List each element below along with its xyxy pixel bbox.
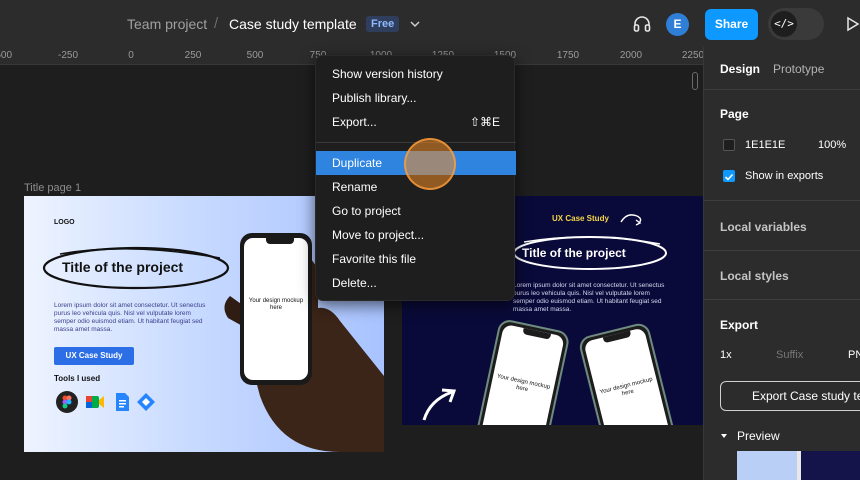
frame-label[interactable]: Title page 1: [24, 182, 81, 194]
menu-item-export[interactable]: Export... ⇧⌘E: [316, 110, 516, 134]
menu-item-label: Publish library...: [332, 91, 417, 105]
caret-down-icon[interactable]: [720, 432, 728, 440]
phone-caption: Your design mockup here: [599, 376, 654, 398]
ruler-tick: -250: [57, 50, 79, 61]
frame-title: Title of the project: [522, 246, 626, 260]
plan-badge[interactable]: Free: [366, 16, 400, 32]
curved-arrow-icon: [620, 214, 642, 226]
export-format-select[interactable]: PNG: [848, 349, 860, 361]
phone-notch: [266, 238, 294, 244]
frame-logo-text: LOGO: [54, 219, 75, 226]
panel-divider: [704, 89, 860, 90]
panel-divider: [704, 200, 860, 201]
frame-body-text: Lorem ipsum dolor sit amet consectetur. …: [54, 302, 206, 333]
ruler-tick: 500: [246, 50, 264, 61]
breadcrumb-team[interactable]: Team project: [127, 16, 207, 32]
menu-item-delete[interactable]: Delete...: [316, 271, 516, 295]
jira-icon: [137, 393, 155, 411]
preview-frame-2: [801, 451, 860, 480]
panel-divider: [704, 250, 860, 251]
arrow-up-right-icon: [422, 388, 457, 421]
menu-item-move-to-project[interactable]: Move to project...: [316, 223, 516, 247]
right-properties-panel: Design Prototype Page 1E1E1E 100% Show i…: [703, 47, 860, 480]
menu-item-label: Duplicate: [332, 156, 383, 170]
figma-app: Team project / Case study template Free …: [0, 0, 860, 480]
scrollbar-handle[interactable]: [692, 72, 698, 90]
phone-notch: [522, 328, 552, 340]
local-variables-section[interactable]: Local variables: [720, 220, 807, 234]
menu-item-label: Export...: [332, 115, 377, 129]
file-name[interactable]: Case study template: [229, 16, 357, 32]
tab-design[interactable]: Design: [720, 62, 760, 76]
phone-screen: Your design mockup here: [244, 238, 308, 380]
phone-notch: [602, 330, 632, 344]
menu-item-shortcut: ⇧⌘E: [469, 115, 500, 129]
frame-cta-button: UX Case Study: [54, 347, 134, 365]
phone-screen: Your design mockup here: [479, 323, 565, 425]
phone-mockup: Your design mockup here: [240, 233, 312, 385]
code-icon: </>: [771, 11, 797, 37]
frame-title: Title of the project: [62, 259, 184, 275]
show-in-exports-checkbox[interactable]: [723, 170, 735, 182]
figma-logo-icon: [56, 391, 78, 413]
top-bar: Team project / Case study template Free …: [0, 0, 860, 47]
page-opacity-value[interactable]: 100%: [818, 139, 846, 151]
page-section-heading: Page: [720, 107, 749, 121]
google-meet-icon: [86, 396, 104, 408]
ruler-tick: 1750: [556, 50, 580, 61]
chevron-down-icon[interactable]: [409, 19, 421, 29]
menu-item-label: Rename: [332, 180, 378, 194]
cursor-highlight: [404, 138, 456, 190]
ruler-tick: 2000: [619, 50, 643, 61]
user-avatar[interactable]: E: [666, 13, 689, 36]
share-button[interactable]: Share: [705, 9, 758, 40]
ruler-tick: 250: [184, 50, 202, 61]
phone-mockup: Your design mockup here: [577, 321, 679, 425]
menu-item-go-to-project[interactable]: Go to project: [316, 199, 516, 223]
menu-item-label: Delete...: [332, 276, 377, 290]
ruler-tick: 2250: [681, 50, 703, 61]
play-icon[interactable]: [846, 16, 860, 32]
menu-item-label: Show version history: [332, 67, 443, 81]
headphones-icon[interactable]: [632, 14, 652, 34]
phone-caption: Your design mockup here: [248, 298, 304, 311]
page-color-swatch[interactable]: [723, 139, 735, 151]
preview-toggle[interactable]: Preview: [737, 429, 780, 443]
dev-mode-toggle[interactable]: </>: [768, 8, 824, 40]
panel-divider: [704, 299, 860, 300]
phone-mockup: Your design mockup here: [473, 317, 571, 425]
ruler-tick: -500: [0, 50, 13, 61]
breadcrumb-separator: /: [214, 15, 219, 32]
menu-item-favorite-file[interactable]: Favorite this file: [316, 247, 516, 271]
google-docs-icon: [116, 393, 129, 411]
menu-item-show-version-history[interactable]: Show version history: [316, 62, 516, 86]
frame-tools-heading: Tools I used: [54, 374, 101, 383]
preview-frame-1: [737, 451, 797, 480]
export-section-heading: Export: [720, 318, 759, 332]
menu-item-publish-library[interactable]: Publish library...: [316, 86, 516, 110]
menu-item-label: Move to project...: [332, 228, 425, 242]
export-preview-thumbnail: [737, 451, 860, 480]
check-icon: [724, 173, 734, 181]
phone-caption: Your design mockup here: [496, 373, 551, 394]
tab-prototype[interactable]: Prototype: [773, 62, 824, 76]
show-in-exports-label: Show in exports: [745, 170, 824, 182]
page-color-value[interactable]: 1E1E1E: [745, 139, 785, 151]
frame-eyebrow: UX Case Study: [552, 214, 609, 223]
export-button[interactable]: Export Case study template: [720, 381, 860, 411]
phone-screen: Your design mockup here: [583, 327, 673, 425]
menu-item-label: Favorite this file: [332, 252, 417, 266]
menu-item-label: Go to project: [332, 204, 401, 218]
frame-body-text: Lorem ipsum dolor sit amet consectetur. …: [513, 282, 665, 313]
ruler-tick: 0: [128, 50, 134, 61]
export-suffix-input[interactable]: Suffix: [776, 349, 803, 361]
local-styles-section[interactable]: Local styles: [720, 269, 789, 283]
export-scale-select[interactable]: 1x: [720, 349, 732, 361]
